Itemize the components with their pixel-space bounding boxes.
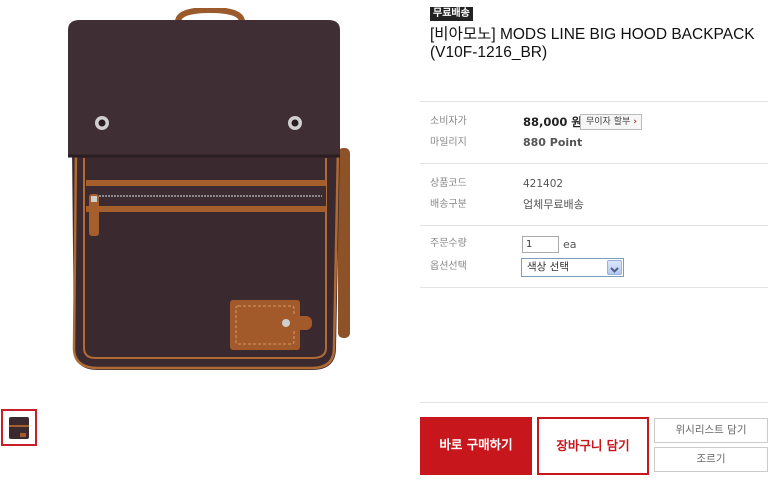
product-thumbnail[interactable]	[1, 409, 37, 446]
chevron-down-icon	[607, 260, 622, 275]
quantity-input[interactable]	[522, 236, 559, 253]
buy-now-button[interactable]: 바로 구매하기	[420, 417, 532, 475]
mileage-value: 880 Point	[523, 136, 583, 149]
quantity-label: 주문수량	[430, 238, 467, 249]
free-shipping-badge: 무료배송	[430, 7, 473, 21]
divider	[420, 402, 768, 403]
installment-button-label: 무이자 할부	[586, 117, 631, 127]
product-main-image	[10, 6, 390, 398]
product-code-value: 421402	[523, 178, 564, 190]
product-title: [비아모노] MODS LINE BIG HOOD BACKPACK (V10F…	[430, 26, 755, 61]
chevron-right-icon: ›	[633, 117, 637, 127]
quantity-unit: ea	[563, 238, 577, 251]
divider	[420, 101, 768, 102]
consumer-price-value: 88,000 원	[523, 115, 582, 129]
divider	[420, 225, 768, 226]
divider	[420, 287, 768, 288]
option-selected-value: 색상 선택	[527, 261, 569, 273]
option-select[interactable]: 색상 선택	[521, 258, 624, 277]
shipping-type-value: 업체무료배송	[523, 198, 584, 211]
installment-button[interactable]: 무이자 할부 ›	[580, 114, 642, 130]
consumer-price-label: 소비자가	[430, 116, 467, 127]
add-to-cart-button[interactable]: 장바구니 담기	[537, 417, 649, 475]
shipping-type-label: 배송구분	[430, 199, 467, 210]
option-label: 옵션선택	[430, 261, 467, 272]
mileage-label: 마일리지	[430, 137, 467, 148]
beg-button[interactable]: 조르기	[654, 447, 768, 472]
divider	[420, 163, 768, 164]
wishlist-button[interactable]: 위시리스트 담기	[654, 418, 768, 443]
product-code-label: 상품코드	[430, 178, 467, 189]
